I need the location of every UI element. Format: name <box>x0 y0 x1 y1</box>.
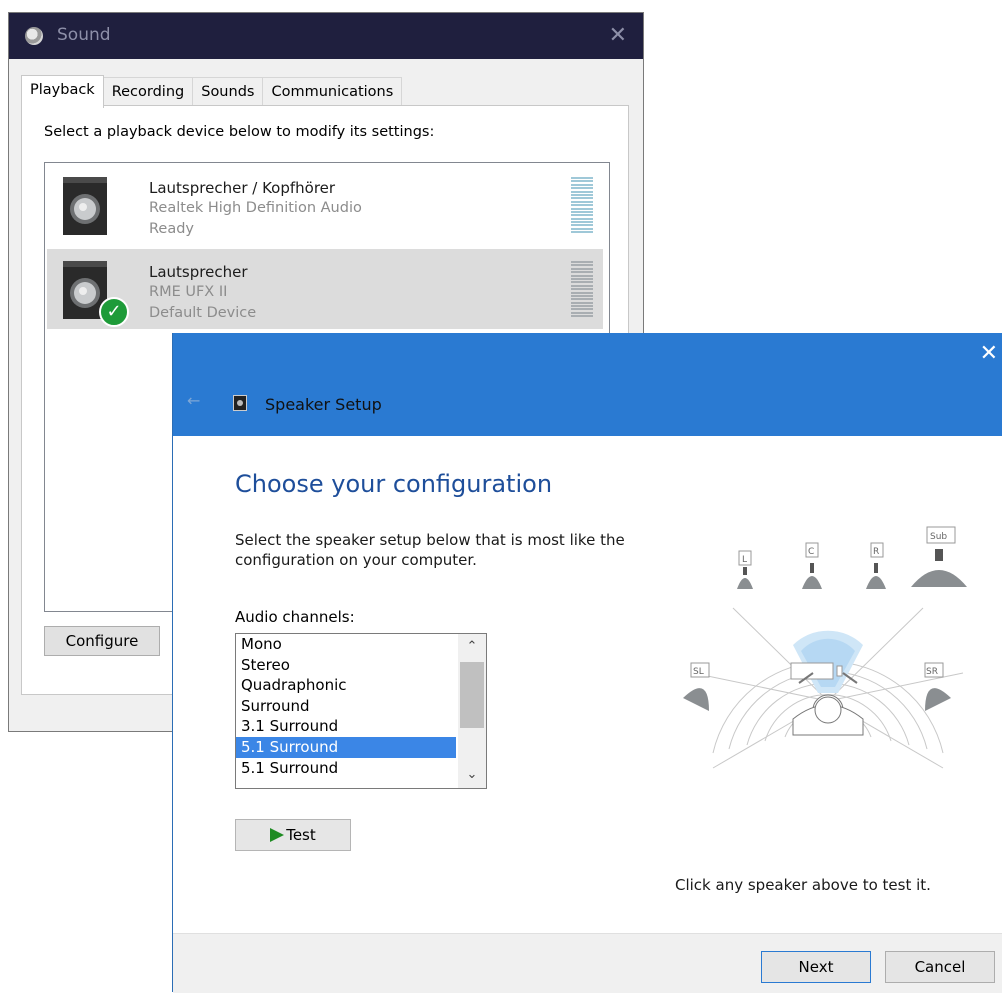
speaker-surround-right-icon[interactable]: SR <box>924 662 951 711</box>
cancel-button[interactable]: Cancel <box>885 951 995 983</box>
speaker-center-icon[interactable]: C <box>802 542 822 589</box>
device-status: Default Device <box>149 305 257 321</box>
svg-text:Sub: Sub <box>930 532 947 542</box>
channel-option[interactable]: 5.1 Surround <box>236 758 456 779</box>
speaker-left-icon[interactable]: L <box>737 550 753 589</box>
configure-button[interactable]: Configure <box>44 626 160 656</box>
svg-text:SL: SL <box>693 667 704 677</box>
channel-option[interactable]: 3.1 Surround <box>236 716 456 737</box>
sound-title-bar[interactable]: Sound ✕ <box>9 13 643 59</box>
speaker-device-icon <box>63 177 107 235</box>
channel-option-selected[interactable]: 5.1 Surround <box>236 736 456 758</box>
scrollbar-thumb[interactable] <box>460 662 484 728</box>
chevron-down-icon[interactable]: ⌄ <box>458 764 486 786</box>
setup-window-title: Speaker Setup <box>265 395 382 414</box>
chevron-up-icon[interactable]: ⌃ <box>458 636 486 658</box>
play-icon <box>270 828 285 842</box>
tab-bar: Playback Recording Sounds Communications <box>21 75 403 108</box>
speaker-layout-diagram: L C R Sub SL SR <box>683 526 967 769</box>
device-status: Ready <box>149 221 195 237</box>
default-device-check-icon: ✓ <box>99 297 129 327</box>
audio-channels-label: Audio channels: <box>235 608 355 626</box>
device-item-selected[interactable]: ✓ Lautsprecher RME UFX II Default Device <box>47 249 603 329</box>
close-icon[interactable]: ✕ <box>609 23 627 48</box>
device-item[interactable]: Lautsprecher / Kopfhörer Realtek High De… <box>47 165 603 245</box>
volume-meter <box>571 261 593 323</box>
tab-playback[interactable]: Playback <box>21 75 104 108</box>
back-arrow-icon[interactable]: ← <box>187 391 200 410</box>
subwoofer-icon[interactable]: Sub <box>911 526 967 587</box>
device-name: Lautsprecher <box>149 263 248 281</box>
tab-recording[interactable]: Recording <box>102 77 194 106</box>
next-button[interactable]: Next <box>761 951 871 983</box>
channel-option[interactable]: Stereo <box>236 655 456 676</box>
setup-header: ✕ ← Speaker Setup <box>173 333 1002 436</box>
speaker-surround-left-icon[interactable]: SL <box>683 662 710 711</box>
setup-footer: Next Cancel <box>173 933 1002 993</box>
svg-text:C: C <box>808 547 814 557</box>
tab-communications[interactable]: Communications <box>262 77 403 106</box>
sound-window-title: Sound <box>57 25 111 45</box>
speaker-test-hint: Click any speaker above to test it. <box>675 876 931 894</box>
close-icon[interactable]: ✕ <box>980 341 998 366</box>
speaker-app-icon <box>25 27 43 45</box>
svg-text:R: R <box>873 547 879 557</box>
device-driver: RME UFX II <box>149 284 228 300</box>
audio-channels-listbox[interactable]: Mono Stereo Quadraphonic Surround 3.1 Su… <box>235 633 487 789</box>
svg-text:L: L <box>742 555 747 565</box>
page-title: Choose your configuration <box>235 470 553 498</box>
device-driver: Realtek High Definition Audio <box>149 200 362 216</box>
channel-option[interactable]: Mono <box>236 634 456 655</box>
test-button[interactable]: Test <box>235 819 351 851</box>
listbox-scrollbar[interactable]: ⌃ ⌄ <box>458 634 486 788</box>
setup-description: Select the speaker setup below that is m… <box>235 531 625 569</box>
speaker-setup-window: ✕ ← Speaker Setup Choose your configurat… <box>172 333 1002 993</box>
channel-option[interactable]: Surround <box>236 696 456 717</box>
speaker-right-icon[interactable]: R <box>866 542 886 589</box>
speaker-setup-icon <box>233 395 247 411</box>
playback-instruction: Select a playback device below to modify… <box>44 124 435 140</box>
device-name: Lautsprecher / Kopfhörer <box>149 179 336 197</box>
channel-option[interactable]: Quadraphonic <box>236 675 456 696</box>
tab-sounds[interactable]: Sounds <box>192 77 264 106</box>
volume-meter <box>571 177 593 239</box>
svg-text:SR: SR <box>926 667 938 677</box>
test-button-label: Test <box>286 826 316 844</box>
